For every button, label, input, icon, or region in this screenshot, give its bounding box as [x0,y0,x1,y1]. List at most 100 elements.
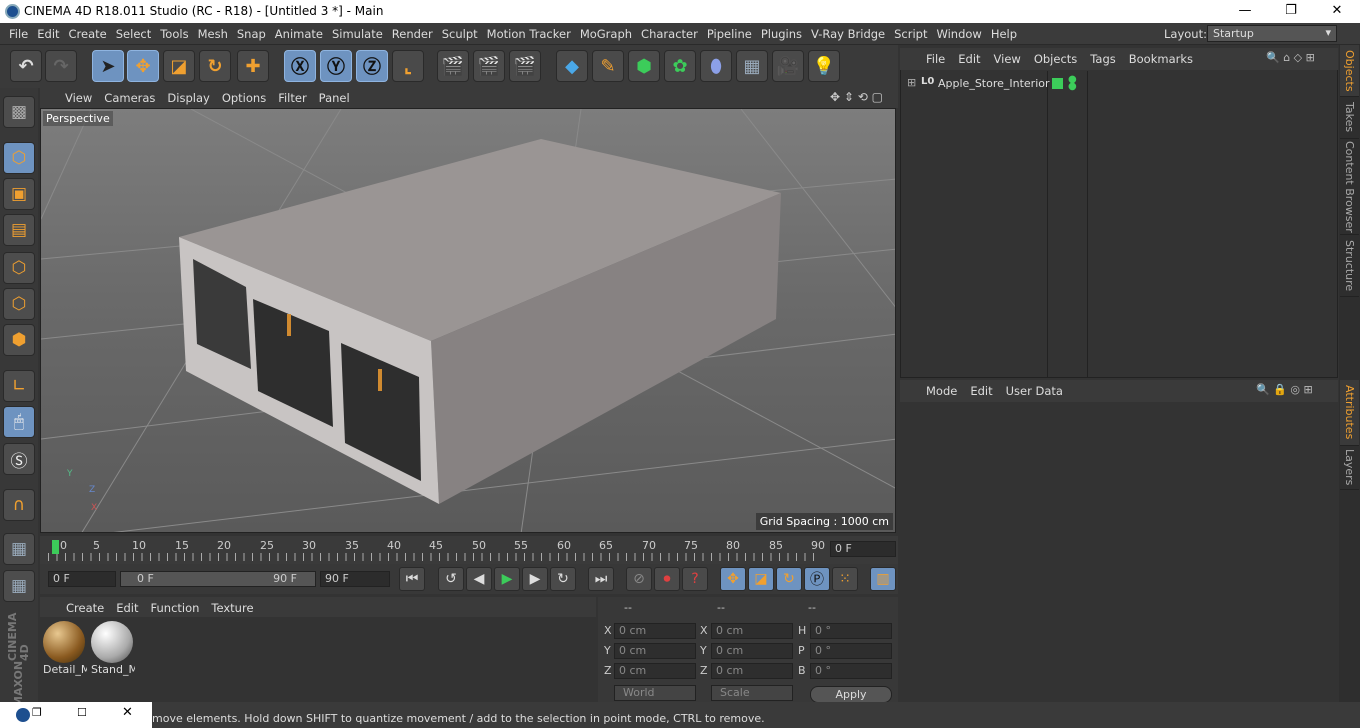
viewport-menu-view[interactable]: View [40,88,92,105]
viewport-camera-label[interactable]: Perspective [43,111,113,126]
menu-animate[interactable]: Animate [266,23,323,41]
floor-scene-icon[interactable]: ▦ [736,50,768,82]
material-swatch[interactable]: Detail_M [43,621,87,676]
solo-mode-icon[interactable]: Ⓢ [3,443,35,475]
autokeying-icon[interactable]: ⏺ [654,567,680,591]
record-keys-icon[interactable]: ⊘ [626,567,652,591]
menu-script[interactable]: Script [885,23,927,41]
pen-spline-icon[interactable]: ✎ [592,50,624,82]
array-generator-icon[interactable]: ✿ [664,50,696,82]
menu-file[interactable]: File [0,23,28,41]
menu-help[interactable]: Help [982,23,1017,41]
close-icon[interactable]: ✕ [122,705,133,720]
visibility-dots-icon[interactable]: ● ● [1068,75,1077,92]
menu-render[interactable]: Render [383,23,433,41]
transform-tool-icon[interactable]: ✚ [237,50,269,82]
menu-vray-bridge[interactable]: V-Ray Bridge [802,23,885,41]
coordinate-system-icon[interactable]: ⌞ [392,50,424,82]
move-tool-icon[interactable]: ✥ [127,50,159,82]
viewport-nav-icons[interactable]: ✥ ⇕ ⟲ ▢ [830,90,883,104]
go-to-end-icon[interactable]: ⏭ [588,567,614,591]
start-frame-field[interactable]: 0 F [48,571,116,587]
menu-create[interactable]: Create [60,23,107,41]
object-row[interactable]: ⊞ L0 Apple_Store_Interior ● ● [905,75,1335,92]
menu-edit[interactable]: Edit [28,23,59,41]
workplane-mode-icon[interactable]: ▤ [3,214,35,246]
tab-attributes[interactable]: Attributes [1340,380,1359,446]
attribute-search-icon[interactable]: 🔍 🔒 ◎ ⊞ [1256,383,1313,396]
redo-icon[interactable]: ↷ [45,50,77,82]
position-y-field[interactable]: 0 cm [614,643,696,659]
object-menu-edit[interactable]: Edit [945,48,980,66]
cube-primitive-icon[interactable]: ◆ [556,50,588,82]
material-menu-create[interactable]: Create [40,597,104,615]
object-menu-view[interactable]: View [981,48,1021,66]
end-frame-field[interactable]: 90 F [320,571,390,587]
maximize-button[interactable]: ❐ [1268,0,1314,23]
z-axis-lock-icon[interactable]: Ⓩ [356,50,388,82]
coord-space-dropdown[interactable]: World [614,685,696,701]
viewport-menu-cameras[interactable]: Cameras [92,88,155,105]
menu-mograph[interactable]: MoGraph [571,23,632,41]
make-editable-icon[interactable]: ▩ [3,96,35,128]
polygons-mode-icon[interactable]: ⬢ [3,324,35,356]
object-menu-objects[interactable]: Objects [1021,48,1077,66]
menu-pipeline[interactable]: Pipeline [698,23,752,41]
workplane-icon[interactable]: ▦ [3,533,35,565]
menu-tools[interactable]: Tools [151,23,188,41]
texture-mode-icon[interactable]: ▣ [3,178,35,210]
locked-workplane-icon[interactable]: ▦ [3,570,35,602]
key-parameter-icon[interactable]: Ⓟ [804,567,830,591]
position-z-field[interactable]: 0 cm [614,663,696,679]
subdivision-generator-icon[interactable]: ⬢ [628,50,660,82]
object-menu-file[interactable]: File [900,48,945,66]
key-rotation-icon[interactable]: ↻ [776,567,802,591]
position-x-field[interactable]: 0 cm [614,623,696,639]
viewport-menu-panel[interactable]: Panel [307,88,350,105]
x-axis-lock-icon[interactable]: Ⓧ [284,50,316,82]
tweak-mode-icon[interactable]: 🖱 [3,406,35,438]
attribute-menu-user-data[interactable]: User Data [993,380,1063,398]
undo-icon[interactable]: ↶ [10,50,42,82]
menu-select[interactable]: Select [107,23,151,41]
menu-snap[interactable]: Snap [228,23,266,41]
viewport-menu-options[interactable]: Options [210,88,266,105]
keyframe-selection-icon[interactable]: ? [682,567,708,591]
tab-structure[interactable]: Structure [1340,235,1359,297]
menu-character[interactable]: Character [632,23,698,41]
light-icon[interactable]: 💡 [808,50,840,82]
menu-mesh[interactable]: Mesh [189,23,228,41]
perspective-viewport[interactable]: Perspective Y Z X Grid Spacing : 1000 cm [40,108,896,533]
frame-range-slider[interactable]: 0 F 90 F [120,571,316,587]
timeline-playhead[interactable] [52,540,59,554]
material-menu-texture[interactable]: Texture [199,597,253,615]
attribute-menu-mode[interactable]: Mode [900,380,957,398]
menu-sculpt[interactable]: Sculpt [433,23,478,41]
menu-plugins[interactable]: Plugins [752,23,802,41]
tab-layers[interactable]: Layers [1340,446,1359,490]
render-view-icon[interactable]: 🎬 [437,50,469,82]
apply-button[interactable]: Apply [810,686,892,703]
rotation-h-field[interactable]: 0 ° [810,623,892,639]
material-menu-function[interactable]: Function [139,597,200,615]
axis-mode-icon[interactable]: ∟ [3,370,35,402]
rotation-p-field[interactable]: 0 ° [810,643,892,659]
scale-tool-icon[interactable]: ◪ [163,50,195,82]
coord-mode-dropdown[interactable]: Scale [711,685,793,701]
object-menu-tags[interactable]: Tags [1077,48,1115,66]
points-mode-icon[interactable]: ⬡ [3,252,35,284]
viewport-menu-display[interactable]: Display [155,88,209,105]
object-menu-bookmarks[interactable]: Bookmarks [1116,48,1193,66]
tab-takes[interactable]: Takes [1340,97,1359,139]
menu-simulate[interactable]: Simulate [323,23,383,41]
play-forward-icon[interactable]: ▶ [494,567,520,591]
key-pla-icon[interactable]: ⁙ [832,567,858,591]
minimized-window-thumbnail[interactable]: ❐ ☐ ✕ [0,702,152,728]
close-button[interactable]: ✕ [1314,0,1360,23]
layer-color-icon[interactable] [1052,78,1063,89]
next-frame-icon[interactable]: ▶ [522,567,548,591]
size-z-field[interactable]: 0 cm [711,663,793,679]
next-key-icon[interactable]: ↻ [550,567,576,591]
maximize-icon[interactable]: ☐ [77,706,87,719]
minimize-button[interactable]: — [1222,0,1268,23]
